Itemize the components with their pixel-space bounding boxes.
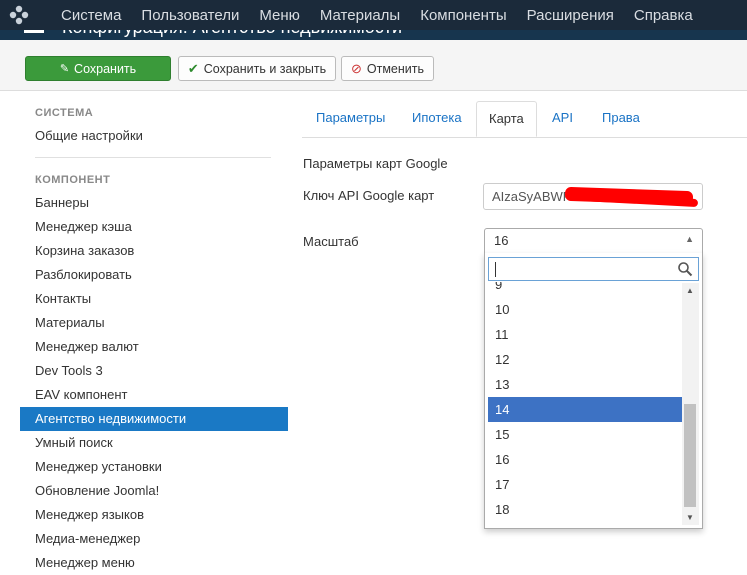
toolbar: ✎ Сохранить ✔ Сохранить и закрыть ⊘ Отме… [0, 40, 747, 91]
dropdown-option[interactable]: 12 [488, 347, 682, 372]
api-key-value: AIzaSyABWF [492, 189, 571, 204]
scrollbar-thumb[interactable] [684, 404, 696, 507]
sidebar-item[interactable]: Разблокировать [20, 263, 288, 287]
sidebar-item[interactable]: Обновление Joomla! [20, 479, 288, 503]
sidebar-item[interactable]: Dev Tools 3 [20, 359, 288, 383]
sidebar-item[interactable]: Менеджер кэша [20, 215, 288, 239]
dropdown-search-input[interactable] [488, 257, 699, 281]
menu-content[interactable]: Материалы [320, 7, 400, 24]
tab-map[interactable]: Карта [476, 101, 537, 137]
cancel-button[interactable]: ⊘ Отменить [341, 56, 434, 81]
dropdown-option[interactable]: 17 [488, 472, 682, 497]
tab-permissions[interactable]: Права [590, 101, 652, 137]
dropdown-option[interactable]: 16 [488, 447, 682, 472]
sidebar-item[interactable]: Менеджер валют [20, 335, 288, 359]
section-label: Параметры карт Google [303, 156, 448, 171]
dropdown-option[interactable]: 18 [488, 497, 682, 522]
api-key-label: Ключ API Google карт [303, 188, 435, 203]
check-icon: ✔ [187, 60, 199, 76]
dropdown-option[interactable]: 15 [488, 422, 682, 447]
scale-label: Масштаб [303, 234, 359, 249]
scale-selected-value: 16 [494, 233, 509, 248]
sidebar-item-active[interactable]: Агентство недвижимости [20, 407, 288, 431]
joomla-logo-icon[interactable] [8, 4, 30, 26]
hamburger-icon[interactable] [24, 30, 44, 33]
menu-users[interactable]: Пользователи [141, 7, 239, 24]
sidebar-item-global-config[interactable]: Общие настройки [20, 124, 288, 148]
top-menu: Система Пользователи Меню Материалы Комп… [61, 0, 713, 30]
save-button-label: Сохранить [74, 61, 137, 76]
sidebar-item[interactable]: Контакты [20, 287, 288, 311]
sidebar-heading-component: КОМПОНЕНТ [35, 174, 111, 186]
save-and-close-label: Сохранить и закрыть [203, 61, 327, 76]
sidebar-item[interactable]: Менеджер меню [20, 551, 288, 575]
save-and-close-button[interactable]: ✔ Сохранить и закрыть [178, 56, 336, 81]
sidebar-item[interactable]: Баннеры [20, 191, 288, 215]
tab-api[interactable]: API [540, 101, 585, 137]
dropdown-option[interactable]: 13 [488, 372, 682, 397]
sidebar-heading-system: СИСТЕМА [35, 107, 94, 119]
search-icon [678, 262, 693, 277]
menu-system[interactable]: Система [61, 7, 121, 24]
sidebar-item[interactable]: Медиа-менеджер [20, 527, 288, 551]
title-bar: Конфигурация: Агентство недвижимости [0, 30, 747, 40]
sidebar-item[interactable]: EAV компонент [20, 383, 288, 407]
scale-select[interactable]: 16 ▲ [484, 228, 703, 254]
dropdown-option[interactable]: 9 [488, 282, 682, 297]
tab-bar: Параметры Ипотека Карта API Права [302, 101, 747, 138]
page-title: Конфигурация: Агентство недвижимости [62, 30, 402, 38]
sidebar-item[interactable]: Умный поиск [20, 431, 288, 455]
tab-parameters[interactable]: Параметры [304, 101, 397, 137]
sidebar-item[interactable]: Материалы [20, 311, 288, 335]
scroll-down-icon[interactable]: ▼ [686, 513, 694, 522]
caret-up-icon: ▲ [685, 234, 694, 244]
save-button[interactable]: ✎ Сохранить [25, 56, 171, 81]
menu-help[interactable]: Справка [634, 7, 693, 24]
text-cursor [495, 262, 496, 277]
scale-dropdown: 9 10 11 12 13 14 15 16 17 18 ▲ ▼ [484, 253, 703, 529]
tab-mortgage[interactable]: Ипотека [400, 101, 474, 137]
dropdown-options: 9 10 11 12 13 14 15 16 17 18 [488, 282, 682, 525]
dropdown-option[interactable]: 11 [488, 322, 682, 347]
menu-extensions[interactable]: Расширения [527, 7, 614, 24]
sidebar-divider [35, 157, 271, 158]
cancel-button-label: Отменить [366, 61, 425, 76]
sidebar-item[interactable]: Корзина заказов [20, 239, 288, 263]
edit-icon: ✎ [59, 63, 70, 75]
sidebar-item[interactable]: Менеджер языков [20, 503, 288, 527]
top-navbar: Система Пользователи Меню Материалы Комп… [0, 0, 747, 30]
sidebar: СИСТЕМА Общие настройки КОМПОНЕНТ Баннер… [0, 91, 290, 570]
scroll-up-icon[interactable]: ▲ [686, 286, 694, 295]
menu-menus[interactable]: Меню [259, 7, 300, 24]
sidebar-item[interactable]: Менеджер установки [20, 455, 288, 479]
menu-components[interactable]: Компоненты [420, 7, 506, 24]
dropdown-option[interactable]: 10 [488, 297, 682, 322]
dropdown-option-highlighted[interactable]: 14 [488, 397, 682, 422]
dropdown-scrollbar[interactable]: ▲ ▼ [682, 283, 699, 525]
cancel-icon: ⊘ [350, 60, 362, 76]
